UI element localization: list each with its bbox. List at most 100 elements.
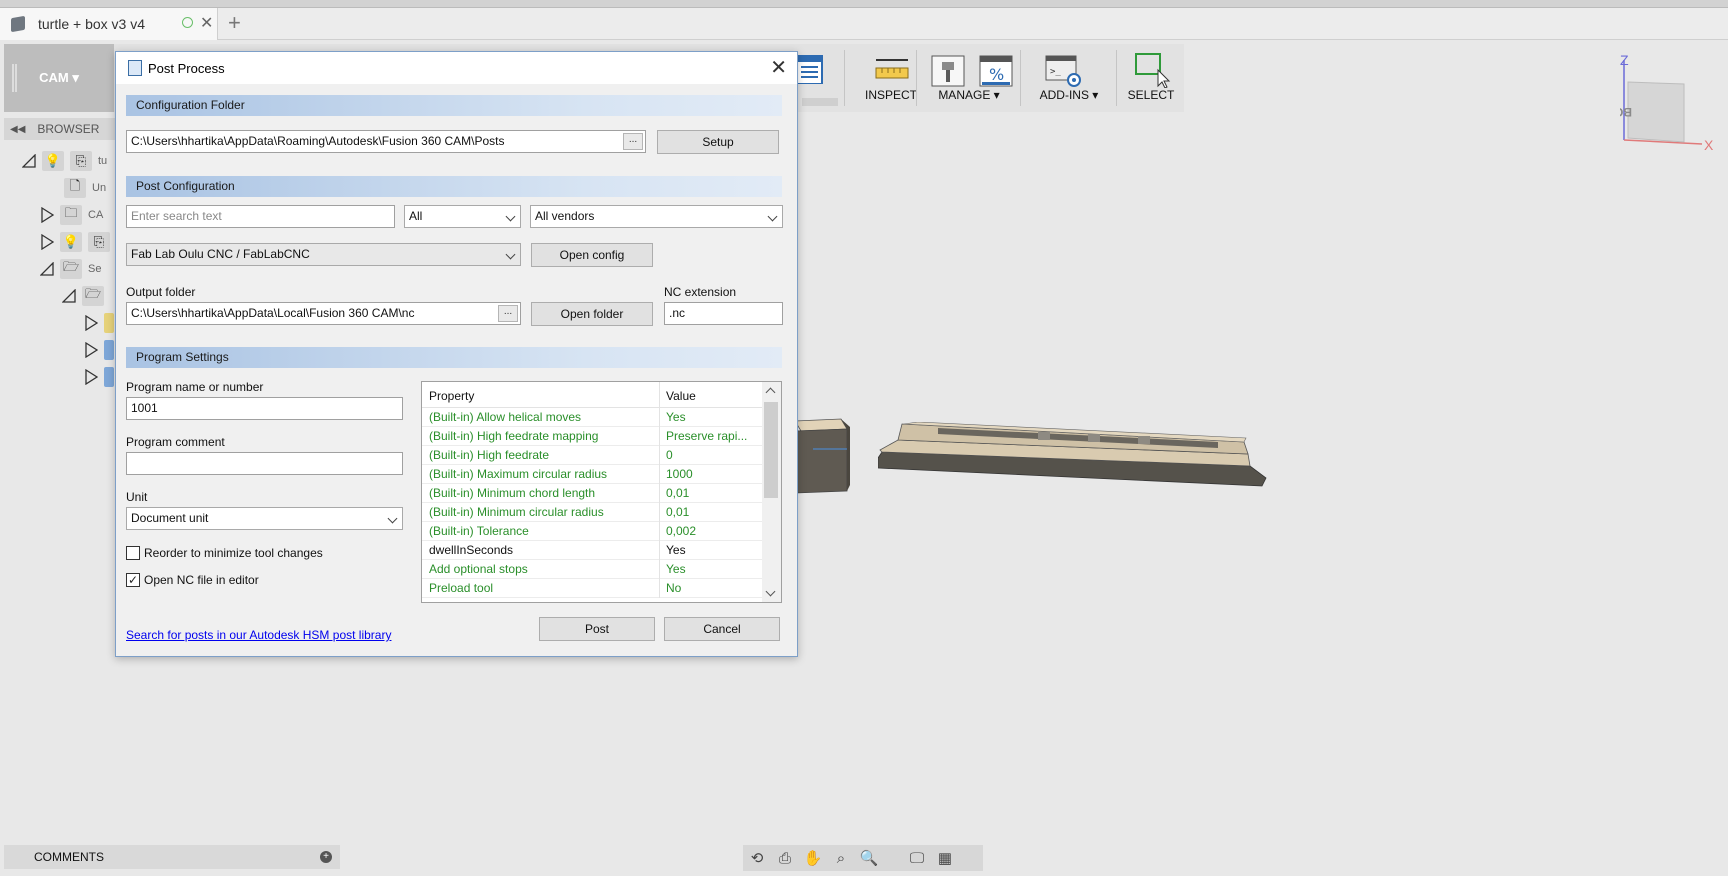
property-value[interactable]: No [666, 581, 681, 595]
expand-triangle-icon[interactable] [40, 207, 54, 223]
program-name-input[interactable]: 1001 [126, 397, 403, 420]
new-tab-plus-icon[interactable]: + [228, 10, 241, 36]
browse-config-folder-button[interactable]: ... [623, 133, 643, 150]
tree-row-operation[interactable] [84, 312, 114, 334]
table-scrollbar[interactable] [762, 382, 781, 602]
property-value[interactable]: 0,002 [666, 524, 696, 538]
dialog-title-bar[interactable]: Post Process ✕ [116, 52, 797, 84]
post-library-link[interactable]: Search for posts in our Autodesk HSM pos… [126, 628, 391, 642]
workspace-label: CAM ▾ [39, 70, 79, 85]
toolbar-separator [1020, 50, 1021, 106]
property-value[interactable]: 1000 [666, 467, 693, 481]
select-group[interactable]: SELECT [1118, 44, 1184, 112]
pan-hand-icon[interactable]: ✋ [799, 847, 827, 869]
post-process-dialog: Post Process ✕ Configuration Folder C:\U… [115, 51, 798, 657]
setup-button[interactable]: Setup [657, 130, 779, 154]
scroll-down-icon[interactable] [765, 586, 776, 597]
reorder-checkbox[interactable] [126, 546, 140, 560]
orbit-icon[interactable]: ⟲ [743, 847, 771, 869]
tree-row-label: tu [98, 155, 108, 167]
open-config-button[interactable]: Open config [531, 243, 653, 267]
table-row[interactable]: (Built-in) Minimum circular radius 0,01 [422, 503, 763, 522]
table-row[interactable]: (Built-in) Allow helical moves Yes [422, 408, 763, 427]
close-tab-icon[interactable]: ✕ [200, 13, 213, 33]
table-row[interactable]: (Built-in) High feedrate mapping Preserve… [422, 427, 763, 446]
table-icon[interactable] [794, 54, 826, 84]
search-input[interactable]: Enter search text [126, 205, 395, 228]
viewcube[interactable]: Z X BOTTOM [1620, 50, 1720, 150]
property-value[interactable]: Yes [666, 410, 686, 424]
column-divider [659, 541, 660, 560]
warning-operation-icon [104, 313, 114, 333]
manage-group[interactable]: % MANAGE ▾ [918, 44, 1020, 112]
post-select[interactable]: Fab Lab Oulu CNC / FabLabCNC [126, 243, 521, 266]
add-ins-group[interactable]: >_ ADD-INS ▾ [1022, 44, 1116, 112]
tree-row-root[interactable]: 💡 ⎘ tu [22, 150, 107, 172]
collapse-triangle-icon[interactable] [22, 154, 36, 168]
property-value[interactable]: 0 [666, 448, 673, 462]
toolbar-separator [1116, 50, 1117, 106]
table-row[interactable]: (Built-in) Maximum circular radius 1000 [422, 465, 763, 484]
property-value[interactable]: 0,01 [666, 486, 689, 500]
add-comment-icon[interactable]: + [320, 851, 332, 863]
tree-row-body[interactable]: 💡 ⎘ [40, 231, 116, 253]
property-table[interactable]: Property Value (Built-in) Allow helical … [421, 381, 782, 603]
unit-selected-value: Document unit [131, 511, 209, 525]
tree-row-operation[interactable] [84, 339, 114, 361]
visibility-bulb-icon[interactable]: 💡 [42, 151, 64, 171]
config-folder-path-field[interactable]: C:\Users\hhartika\AppData\Roaming\Autode… [126, 130, 646, 153]
zoom-icon[interactable]: ⌕ [827, 847, 855, 869]
expand-triangle-icon[interactable] [84, 369, 98, 385]
expand-triangle-icon[interactable] [40, 234, 54, 250]
collapse-triangle-icon[interactable] [40, 262, 54, 276]
close-dialog-icon[interactable]: ✕ [770, 55, 787, 80]
expand-triangle-icon[interactable] [84, 342, 98, 358]
toolbar-separator [916, 50, 917, 106]
program-comment-input[interactable] [126, 452, 403, 475]
display-settings-icon[interactable]: 🖵 [903, 847, 931, 869]
look-at-icon[interactable]: ⎙ [771, 847, 799, 869]
collapse-triangle-icon[interactable] [62, 289, 76, 303]
model-turtle-plate[interactable] [878, 422, 1270, 488]
model-box-partial[interactable] [795, 415, 855, 495]
configuration-folder-header: Configuration Folder [126, 95, 782, 116]
browser-panel-header[interactable]: ◀◀ BROWSER [4, 118, 116, 140]
workspace-switcher[interactable]: CAM ▾ [4, 44, 114, 112]
tree-row-units[interactable]: 🗋 Un [64, 177, 106, 199]
table-row[interactable]: Preload tool No [422, 579, 763, 598]
open-nc-checkbox[interactable]: ✓ [126, 573, 140, 587]
grid-settings-icon[interactable]: ▦ [931, 847, 959, 869]
expand-triangle-icon[interactable] [84, 315, 98, 331]
property-value[interactable]: Yes [666, 543, 686, 557]
property-value[interactable]: Yes [666, 562, 686, 576]
post-button[interactable]: Post [539, 617, 655, 641]
open-folder-button[interactable]: Open folder [531, 302, 653, 326]
scroll-thumb[interactable] [764, 402, 778, 498]
table-row[interactable]: (Built-in) Minimum chord length 0,01 [422, 484, 763, 503]
table-row[interactable]: (Built-in) Tolerance 0,002 [422, 522, 763, 541]
tree-row-setups[interactable]: 🗁 Se [40, 258, 101, 280]
property-value[interactable]: Preserve rapi... [666, 429, 747, 443]
browse-output-folder-button[interactable]: ... [498, 305, 518, 322]
filter-select[interactable]: All [404, 205, 521, 228]
document-tab[interactable]: turtle + box v3 v4 ✕ [0, 8, 218, 40]
output-folder-field[interactable]: C:\Users\hhartika\AppData\Local\Fusion 3… [126, 302, 521, 325]
scroll-up-icon[interactable] [765, 387, 776, 398]
cancel-button[interactable]: Cancel [664, 617, 780, 641]
unit-select[interactable]: Document unit [126, 507, 403, 530]
tree-row-setup[interactable]: 🗁 [62, 285, 104, 307]
visibility-bulb-icon[interactable]: 💡 [60, 232, 82, 252]
table-row[interactable]: dwellInSeconds Yes [422, 541, 763, 560]
column-divider [659, 484, 660, 503]
tree-row-label: Se [88, 263, 102, 275]
collapse-browser-icon[interactable]: ◀◀ [10, 124, 25, 135]
tree-row-operation[interactable] [84, 366, 114, 388]
tree-row-cam[interactable]: 🗀 CA [40, 204, 103, 226]
nc-extension-field[interactable]: .nc [664, 302, 783, 325]
comments-panel[interactable]: COMMENTS + [4, 845, 340, 869]
property-value[interactable]: 0,01 [666, 505, 689, 519]
zoom-window-icon[interactable]: 🔍 [855, 847, 883, 869]
table-row[interactable]: (Built-in) High feedrate 0 [422, 446, 763, 465]
table-row[interactable]: Add optional stops Yes [422, 560, 763, 579]
vendor-select[interactable]: All vendors [530, 205, 783, 228]
